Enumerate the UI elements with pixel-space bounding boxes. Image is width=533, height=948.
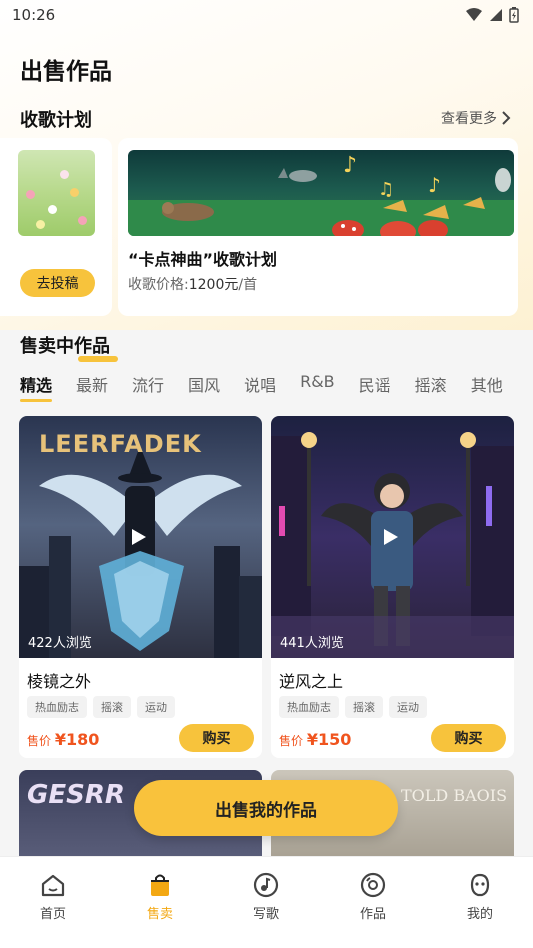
svg-text:♪: ♪ xyxy=(343,153,357,178)
status-bar: 10:26 xyxy=(0,0,533,30)
tag: 运动 xyxy=(389,696,427,718)
tab-chinese-style[interactable]: 国风 xyxy=(188,372,220,396)
svg-text:♪: ♪ xyxy=(428,173,441,197)
selling-section-title: 售卖中作品 xyxy=(20,332,118,362)
tab-rap[interactable]: 说唱 xyxy=(244,372,276,396)
view-count: 441人浏览 xyxy=(280,636,344,651)
buy-button[interactable]: 购买 xyxy=(179,724,254,752)
work-title: 棱镜之外 xyxy=(27,672,92,691)
tab-pop[interactable]: 流行 xyxy=(132,372,164,396)
tag: 热血励志 xyxy=(279,696,339,718)
collect-plan-carousel[interactable]: 去投稿 ♪ ♫ ♪ “卡点神曲”收歌计划 收歌价格:1200元/首 xyxy=(0,138,533,318)
collect-plan-price: 收歌价格:1200元/首 xyxy=(128,277,258,293)
nav-home[interactable]: 首页 xyxy=(23,871,83,922)
collect-plan-card[interactable]: ♪ ♫ ♪ “卡点神曲”收歌计划 收歌价格:1200元/首 xyxy=(118,138,518,316)
tab-rnb[interactable]: R&B xyxy=(300,372,335,396)
nav-write-song[interactable]: 写歌 xyxy=(236,871,296,922)
svg-text:♫: ♫ xyxy=(378,179,394,200)
wifi-icon xyxy=(466,8,482,21)
page-title: 出售作品 xyxy=(20,59,112,85)
genre-tabs: 精选 最新 流行 国风 说唱 R&B 民谣 摇滚 其他 xyxy=(20,372,503,402)
tag: 运动 xyxy=(137,696,175,718)
tag: 摇滚 xyxy=(93,696,131,718)
tag: 热血励志 xyxy=(27,696,87,718)
price-amount: 1200元 xyxy=(188,277,239,293)
chevron-right-icon xyxy=(502,111,511,125)
tab-featured[interactable]: 精选 xyxy=(20,372,53,402)
view-count: 422人浏览 xyxy=(28,636,92,651)
disc-icon xyxy=(360,872,386,898)
bottom-nav: 首页 售卖 写歌 作品 我的 xyxy=(0,856,533,948)
view-more-link[interactable]: 查看更多 xyxy=(441,108,511,128)
work-cover-image[interactable]: 441人浏览 xyxy=(271,416,514,658)
tab-other[interactable]: 其他 xyxy=(471,372,503,396)
work-card[interactable]: 441人浏览 逆风之上 热血励志 摇滚 运动 售价 ¥150 购买 xyxy=(271,416,514,758)
battery-icon xyxy=(509,7,519,23)
cover-title-art: TOLD BAOIS xyxy=(401,786,508,805)
cover-title-art: GESRR xyxy=(27,780,125,810)
collect-plan-title: “卡点神曲”收歌计划 xyxy=(128,250,278,269)
tag: 摇滚 xyxy=(345,696,383,718)
collect-section-title: 收歌计划 xyxy=(20,106,96,136)
shopping-bag-icon xyxy=(151,874,169,896)
play-icon[interactable] xyxy=(132,529,146,545)
work-price: 售价 ¥180 xyxy=(27,730,100,749)
flower-meadow-image xyxy=(18,150,95,236)
work-price: 售价 ¥150 xyxy=(279,730,352,749)
collect-plan-banner-image: ♪ ♫ ♪ xyxy=(128,150,514,236)
nav-sell[interactable]: 售卖 xyxy=(130,871,190,922)
work-card[interactable]: LEERFADEK 422人浏览 棱镜之外 热血励志 摇滚 运动 售价 ¥180… xyxy=(19,416,262,758)
nav-profile[interactable]: 我的 xyxy=(450,871,510,922)
nav-works[interactable]: 作品 xyxy=(343,871,403,922)
work-tags: 热血励志 摇滚 运动 xyxy=(279,696,427,718)
tab-rock[interactable]: 摇滚 xyxy=(415,372,447,396)
buy-button[interactable]: 购买 xyxy=(431,724,506,752)
cover-title-art: LEERFADEK xyxy=(39,430,202,458)
work-tags: 热血励志 摇滚 运动 xyxy=(27,696,175,718)
work-title: 逆风之上 xyxy=(279,672,344,691)
music-note-icon xyxy=(253,872,279,898)
signal-icon xyxy=(490,9,502,21)
work-cover-image[interactable]: LEERFADEK 422人浏览 xyxy=(19,416,262,658)
submit-song-button[interactable]: 去投稿 xyxy=(20,269,95,297)
collect-plan-card-previous[interactable]: 去投稿 xyxy=(0,138,112,316)
sell-my-work-button[interactable]: 出售我的作品 xyxy=(134,780,398,836)
tab-latest[interactable]: 最新 xyxy=(76,372,108,396)
status-time: 10:26 xyxy=(12,6,56,24)
profile-icon xyxy=(470,873,490,897)
play-icon[interactable] xyxy=(384,529,398,545)
home-icon xyxy=(41,874,65,897)
tab-folk[interactable]: 民谣 xyxy=(359,372,391,396)
